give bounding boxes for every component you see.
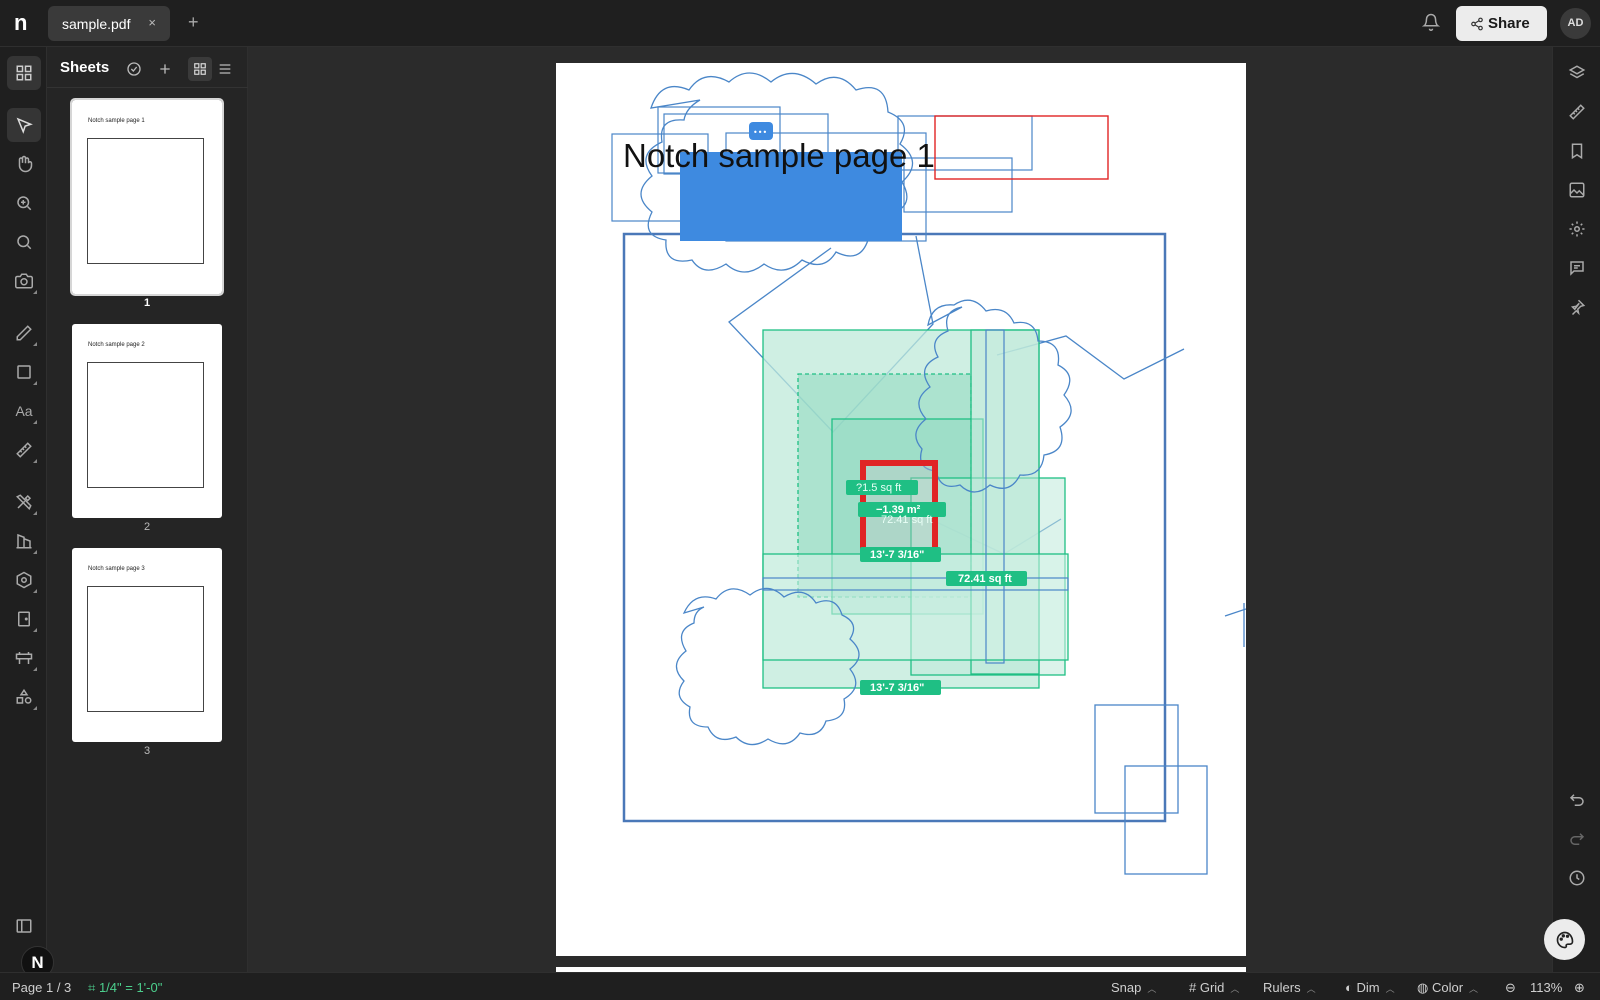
page-heading: Notch sample page 1: [623, 137, 935, 174]
barrier-icon[interactable]: [7, 641, 41, 675]
share-button[interactable]: Share: [1456, 6, 1547, 41]
thumbnail-frame: [87, 138, 204, 264]
color-label: Color: [1431, 980, 1464, 995]
text-icon[interactable]: Aa: [7, 394, 41, 428]
thumbnail-title: Notch sample page 1: [88, 118, 145, 124]
document-tab[interactable]: sample.pdf ×: [48, 6, 170, 41]
document-canvas[interactable]: Notch sample page 1 ••• ?1.5 sq ft −1.39…: [248, 47, 1552, 972]
palette-button[interactable]: [1544, 919, 1585, 960]
chevron-up-icon[interactable]: ︿: [1469, 984, 1478, 994]
zoom-in-icon[interactable]: [7, 186, 41, 220]
pen-icon[interactable]: [7, 316, 41, 350]
settings-polygon-icon[interactable]: [7, 563, 41, 597]
sheets-panel: Sheets Notch sample page 1 1 Notch sampl…: [47, 47, 248, 972]
building-icon[interactable]: [7, 524, 41, 558]
layers-icon[interactable]: [1565, 61, 1589, 85]
length-label: 13'-7 3/16": [870, 682, 924, 694]
search-icon[interactable]: [7, 225, 41, 259]
notification-bell-icon[interactable]: [1421, 13, 1442, 33]
tools-icon[interactable]: [7, 485, 41, 519]
page-indicator: Page 1 / 3: [12, 980, 72, 995]
color-icon: ◍: [1417, 980, 1432, 995]
tab-label: sample.pdf: [62, 16, 131, 32]
thumbnail-title: Notch sample page 2: [88, 342, 145, 348]
chevron-up-icon[interactable]: ︿: [1386, 984, 1395, 994]
right-tool-rail: [1552, 47, 1600, 972]
more-menu-icon: •••: [753, 128, 767, 137]
sheet-number: 3: [143, 745, 151, 757]
left-tool-rail: Aa: [0, 47, 47, 972]
sheet-number: 2: [143, 521, 151, 533]
rulers-toggle[interactable]: Rulers ︿: [1263, 980, 1316, 995]
app-logo[interactable]: n: [14, 10, 27, 36]
comment-icon[interactable]: [1565, 256, 1589, 280]
status-bar: Page 1 / 3 ⌗ 1/4" = 1'-0" Snap ︿ # Grid ︿ …: [0, 972, 1600, 1000]
grid-label: Grid: [1199, 980, 1225, 995]
dim-label: Dim: [1356, 980, 1380, 995]
thumbnail-title: Notch sample page 3: [88, 566, 145, 572]
pin-icon[interactable]: [1565, 295, 1589, 319]
camera-icon[interactable]: [7, 264, 41, 298]
pdf-page[interactable]: Notch sample page 1 ••• ?1.5 sq ft −1.39…: [556, 63, 1246, 956]
new-tab-button[interactable]: +: [188, 12, 199, 33]
image-icon[interactable]: [1565, 178, 1589, 202]
scale-value: 1/4" = 1'-0": [98, 980, 163, 995]
color-toggle[interactable]: ◍ Color ︿: [1417, 980, 1478, 996]
polyline-markup[interactable]: [1224, 608, 1246, 617]
area-label: 72.41 sq ft: [958, 573, 1012, 585]
sheet-thumbnail-1[interactable]: Notch sample page 1: [70, 98, 224, 296]
rulers-label: Rulers: [1263, 980, 1301, 995]
list-view-icon[interactable]: [215, 59, 235, 79]
tab-close-icon[interactable]: ×: [148, 15, 156, 30]
sheets-title: Sheets: [60, 59, 110, 76]
dim-icon: ◐: [1345, 980, 1357, 995]
grid-view-icon[interactable]: [188, 57, 212, 81]
bookmark-icon[interactable]: [1565, 139, 1589, 163]
chevron-up-icon[interactable]: ︿: [1307, 984, 1316, 994]
chevron-up-icon[interactable]: ︿: [1230, 984, 1239, 994]
area-label: 72.41 sq ft: [881, 514, 932, 526]
top-bar: n sample.pdf × + Share AD: [0, 0, 1600, 47]
shapes-icon[interactable]: [7, 680, 41, 714]
door-icon[interactable]: [7, 602, 41, 636]
hand-icon[interactable]: [7, 147, 41, 181]
share-label: Share: [1488, 15, 1530, 32]
grid-icon: #: [1189, 980, 1200, 995]
sheets-divider: [47, 87, 248, 88]
length-label: 13'-7 3/16": [870, 549, 924, 561]
area-measure[interactable]: [762, 553, 1069, 661]
gear-icon[interactable]: [1565, 217, 1589, 241]
add-sheet-icon[interactable]: [155, 59, 175, 79]
chevron-up-icon[interactable]: ︿: [1147, 984, 1156, 994]
ruler-icon[interactable]: [1565, 100, 1589, 124]
user-avatar[interactable]: AD: [1560, 8, 1591, 39]
history-icon[interactable]: [1565, 866, 1589, 890]
snap-toggle[interactable]: Snap ︿: [1111, 980, 1156, 995]
zoom-out-icon[interactable]: ⊖: [1505, 980, 1516, 996]
palette-icon: [1556, 931, 1573, 948]
sheet-thumbnail-3[interactable]: Notch sample page 3: [72, 548, 222, 742]
markup-layer[interactable]: Notch sample page 1 ••• ?1.5 sq ft −1.39…: [556, 63, 1246, 956]
sheet-thumbnail-2[interactable]: Notch sample page 2: [72, 324, 222, 518]
area-label: ?1.5 sq ft: [856, 482, 901, 494]
rectangle-icon[interactable]: [7, 355, 41, 389]
zoom-level[interactable]: 113%: [1530, 980, 1562, 995]
select-icon[interactable]: [7, 108, 41, 142]
zoom-in-status-icon[interactable]: ⊕: [1574, 980, 1585, 996]
measure-icon[interactable]: [7, 433, 41, 467]
sheets-icon[interactable]: [7, 56, 41, 90]
sidebar-toggle-icon[interactable]: [7, 909, 41, 943]
check-circle-icon[interactable]: [124, 59, 144, 79]
undo-icon[interactable]: [1565, 788, 1589, 812]
share-icon: [1471, 17, 1483, 31]
thumbnail-frame: [87, 362, 204, 488]
grid-toggle[interactable]: # Grid ︿: [1189, 980, 1239, 995]
thumbnail-frame: [87, 586, 204, 712]
sheet-number: 1: [143, 297, 151, 309]
scale-indicator[interactable]: ⌗ 1/4" = 1'-0": [88, 980, 162, 996]
scale-ruler-icon: ⌗: [88, 980, 99, 995]
dim-toggle[interactable]: ◐ Dim ︿: [1345, 980, 1395, 995]
redo-icon[interactable]: [1565, 827, 1589, 851]
snap-label: Snap: [1111, 980, 1142, 995]
